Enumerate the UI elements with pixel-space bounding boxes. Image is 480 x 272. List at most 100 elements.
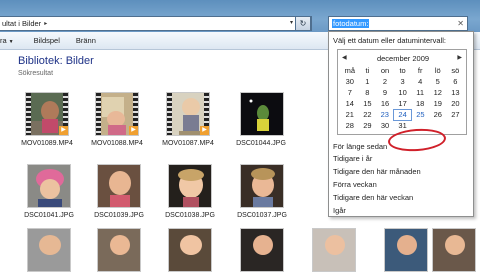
date-option-yesterday[interactable]: Igår: [333, 206, 346, 215]
calendar-day[interactable]: [447, 120, 465, 131]
weekday-label: to: [399, 66, 406, 75]
photo-thumbnail[interactable]: [240, 92, 284, 136]
date-option-long-ago[interactable]: För länge sedan: [333, 142, 387, 151]
page-subtitle: Sökresultat: [18, 70, 54, 77]
thumbnail-image: [28, 229, 70, 271]
weekday-label: fr: [417, 66, 423, 75]
organize-label: ra: [0, 36, 7, 45]
photo-thumbnail[interactable]: [168, 164, 212, 208]
weekday-label: sö: [451, 66, 460, 75]
photo-thumbnail[interactable]: [168, 228, 212, 272]
thumbnail-image: [98, 165, 140, 207]
play-icon: ▶: [59, 126, 68, 135]
chevron-right-icon[interactable]: ▸: [44, 20, 47, 27]
photo-thumbnail[interactable]: [97, 228, 141, 272]
calendar-day[interactable]: 27: [447, 109, 465, 120]
calendar-day[interactable]: 6: [447, 76, 465, 87]
file-name: DSC01038.JPG: [165, 212, 215, 219]
calendar-day[interactable]: 30: [376, 120, 394, 131]
page-title: Bibliotek: Bilder: [18, 55, 94, 67]
chevron-down-icon[interactable]: ▾: [290, 19, 293, 26]
calendar-day[interactable]: 7: [341, 87, 359, 98]
file-name: DSC01044.JPG: [236, 140, 286, 147]
search-query[interactable]: fotodatum:: [332, 19, 370, 28]
calendar-day[interactable]: 17: [394, 98, 412, 109]
calendar-day[interactable]: 16: [376, 98, 394, 109]
next-month-icon[interactable]: ▶: [457, 54, 462, 61]
address-bar[interactable]: ultat i Bilder ▸ ▾ ↻: [0, 16, 312, 31]
calendar-day[interactable]: 29: [359, 120, 377, 131]
weekday-label: må: [344, 66, 355, 75]
thumbnail-image: [98, 229, 140, 271]
thumbnail-image: [28, 165, 70, 207]
video-thumbnail[interactable]: ▶: [166, 92, 210, 136]
video-thumbnail[interactable]: ▶: [25, 92, 69, 136]
file-name: MOV01087.MP4: [162, 140, 214, 147]
calendar-day[interactable]: 28: [341, 120, 359, 131]
refresh-icon[interactable]: ↻: [295, 16, 311, 31]
breadcrumb[interactable]: ultat i Bilder: [0, 19, 41, 28]
calendar-month[interactable]: december 2009: [338, 54, 468, 63]
calendar-day[interactable]: 19: [429, 98, 447, 109]
photo-thumbnail[interactable]: [432, 228, 476, 272]
calendar-day[interactable]: 10: [394, 87, 412, 98]
weekday-label: ti: [365, 66, 370, 75]
calendar-day[interactable]: 13: [447, 87, 465, 98]
photo-thumbnail[interactable]: [27, 228, 71, 272]
calendar-day[interactable]: 8: [359, 87, 377, 98]
photo-thumbnail[interactable]: [97, 164, 141, 208]
calendar-day[interactable]: 15: [359, 98, 377, 109]
search-input[interactable]: fotodatum: ✕: [328, 16, 468, 31]
calendar-day[interactable]: 30: [341, 76, 359, 87]
file-name: DSC01037.JPG: [237, 212, 287, 219]
photo-thumbnail[interactable]: [27, 164, 71, 208]
file-name: DSC01039.JPG: [94, 212, 144, 219]
calendar-day[interactable]: 21: [341, 109, 359, 120]
calendar-day[interactable]: 18: [411, 98, 429, 109]
burn-button[interactable]: Bränn: [76, 36, 96, 45]
weekday-label: lö: [434, 66, 441, 75]
photo-thumbnail[interactable]: [384, 228, 428, 272]
date-option-earlier-this-month[interactable]: Tidigare den här månaden: [333, 167, 421, 176]
video-thumbnail[interactable]: ▶: [95, 92, 139, 136]
date-option-earlier-this-year[interactable]: Tidigare i år: [333, 154, 372, 163]
date-option-last-week[interactable]: Förra veckan: [333, 180, 377, 189]
date-option-earlier-this-week[interactable]: Tidigare den här veckan: [333, 193, 413, 202]
calendar-day[interactable]: 2: [376, 76, 394, 87]
calendar-day[interactable]: 4: [411, 76, 429, 87]
thumbnail-image: [241, 93, 283, 135]
file-name: MOV01088.MP4: [91, 140, 143, 147]
calendar-day[interactable]: 20: [447, 98, 465, 109]
thumbnail-image: [313, 229, 355, 271]
calendar-day[interactable]: 26: [429, 109, 447, 120]
calendar-day[interactable]: 23: [376, 109, 394, 120]
organize-button[interactable]: ra ▼: [0, 36, 14, 45]
slideshow-button[interactable]: Bildspel: [34, 36, 60, 45]
thumbnail-image: [385, 229, 427, 271]
thumbnail-image: [433, 229, 475, 271]
date-picker-prompt: Välj ett datum eller datumintervall:: [333, 36, 446, 45]
calendar-day[interactable]: 22: [359, 109, 377, 120]
thumbnail-image: [241, 229, 283, 271]
calendar-day[interactable]: 25: [411, 109, 429, 120]
photo-thumbnail[interactable]: [240, 228, 284, 272]
library-header: Bibliotek: Bilder Sökresultat: [18, 55, 94, 77]
photo-thumbnail[interactable]: [240, 164, 284, 208]
calendar-day[interactable]: 11: [411, 87, 429, 98]
thumbnail-image: [169, 229, 211, 271]
calendar-day[interactable]: 12: [429, 87, 447, 98]
file-name: MOV01089.MP4: [21, 140, 73, 147]
close-icon[interactable]: ✕: [457, 17, 464, 30]
calendar-day[interactable]: 9: [376, 87, 394, 98]
calendar-day[interactable]: 3: [394, 76, 412, 87]
play-icon: ▶: [129, 126, 138, 135]
calendar-day[interactable]: 5: [429, 76, 447, 87]
calendar-day[interactable]: 14: [341, 98, 359, 109]
calendar-day[interactable]: 1: [359, 76, 377, 87]
play-icon: ▶: [200, 126, 209, 135]
calendar: ◀ december 2009 ▶ må ti on to fr lö sö 3…: [337, 49, 468, 153]
weekday-label: on: [380, 66, 390, 75]
file-name: DSC01041.JPG: [24, 212, 74, 219]
photo-thumbnail[interactable]: [312, 228, 356, 272]
calendar-day-today[interactable]: 24: [393, 108, 412, 121]
